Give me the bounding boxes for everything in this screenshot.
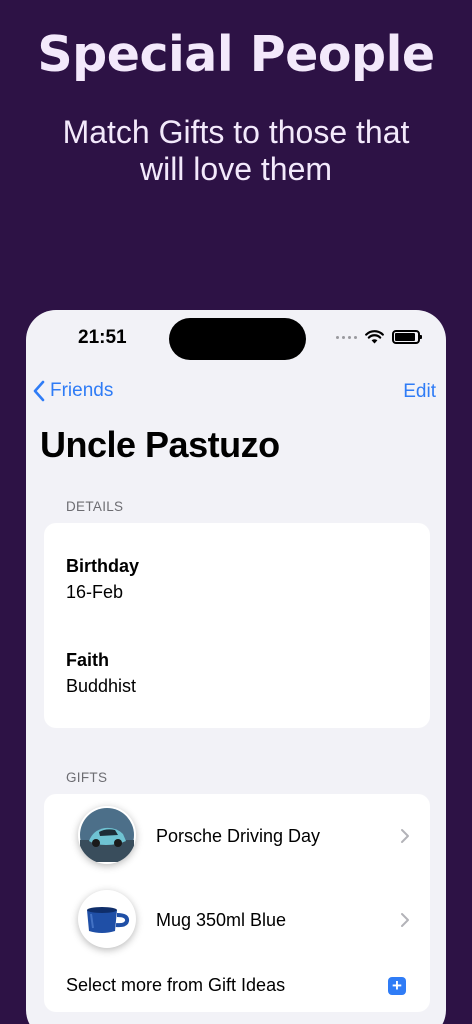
birthday-label: Birthday <box>66 556 140 576</box>
gift-row-mug[interactable]: Mug 350ml Blue <box>44 882 430 962</box>
select-more-gift-ideas[interactable]: Select more from Gift Ideas <box>66 975 285 996</box>
phone-screen: 21:51 Friends Edit Uncle Pastuzo DETAILS… <box>26 310 446 1024</box>
birthday-value: 16-Feb <box>66 582 124 602</box>
car-photo-icon <box>78 806 136 864</box>
signal-icon <box>336 335 357 339</box>
promo-subtitle: Match Gifts to those that will love them <box>62 114 410 187</box>
gifts-card: Porsche Driving Day Mug 350ml Blue Selec… <box>44 794 430 1012</box>
add-gift-button[interactable]: + <box>388 977 406 995</box>
gift-name: Mug 350ml Blue <box>156 910 287 930</box>
dynamic-island <box>169 318 306 360</box>
chevron-right-icon <box>401 829 409 843</box>
chevron-left-icon <box>33 380 45 402</box>
gift-row-porsche[interactable]: Porsche Driving Day <box>44 798 430 878</box>
faith-label: Faith <box>66 650 109 670</box>
promo-title: Special People <box>37 26 435 83</box>
edit-button[interactable]: Edit <box>403 381 436 403</box>
gifts-header: GIFTS <box>66 770 108 785</box>
chevron-right-icon <box>401 913 409 927</box>
details-header: DETAILS <box>66 499 124 514</box>
faith-value: Buddhist <box>66 676 137 696</box>
wifi-icon <box>365 330 384 344</box>
battery-icon <box>392 330 422 344</box>
mug-photo-icon <box>78 890 136 948</box>
back-label: Friends <box>50 380 114 401</box>
gift-name: Porsche Driving Day <box>156 826 321 846</box>
details-card: Birthday 16-Feb Faith Buddhist <box>44 523 430 728</box>
status-time: 21:51 <box>78 327 127 348</box>
back-button[interactable]: Friends <box>32 380 113 402</box>
page-title: Uncle Pastuzo <box>40 424 280 465</box>
status-icons <box>336 330 422 344</box>
